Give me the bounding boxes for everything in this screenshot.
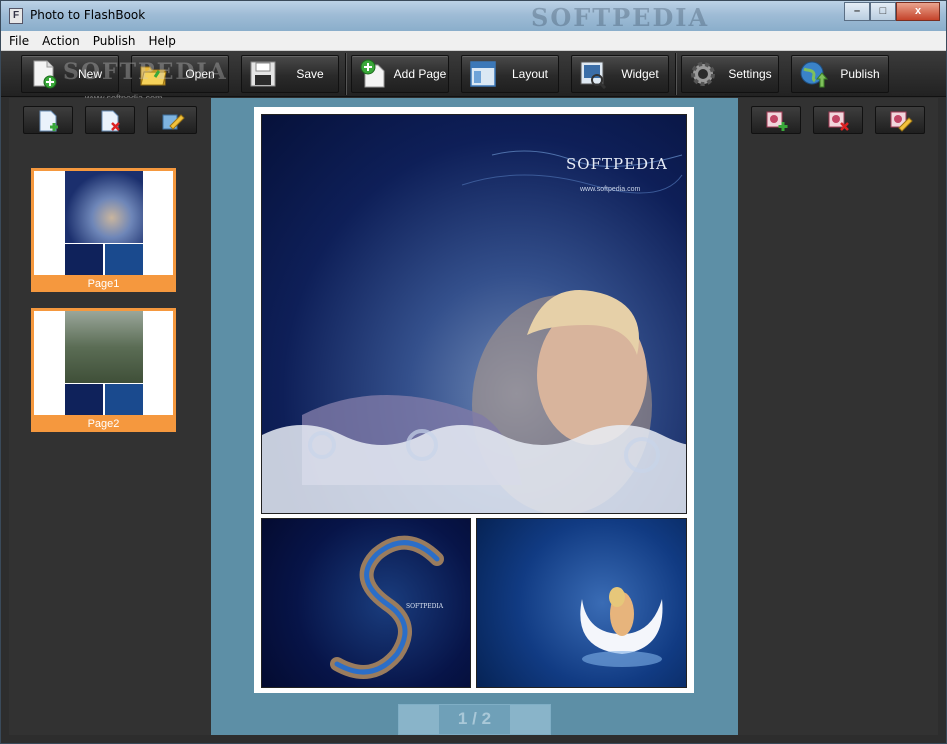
window-title: Photo to FlashBook [30,8,146,22]
save-button[interactable]: Save [241,55,339,93]
page-thumbnail-1[interactable]: Page1 [31,168,176,292]
settings-label: Settings [728,67,772,81]
page-edit-icon [162,114,185,130]
title-bar[interactable]: SOFTPEDIA F Photo to FlashBook – □ x [1,1,946,32]
next-page-button[interactable] [510,705,550,734]
new-document-icon [33,60,57,89]
page-remove-icon [101,110,120,132]
title-watermark: SOFTPEDIA [531,3,710,32]
widget-label: Widget [621,67,659,81]
close-button[interactable]: x [896,2,940,21]
add-page-button[interactable]: Add Page [351,55,449,93]
globe-upload-icon [800,61,828,88]
add-page-small-button[interactable] [23,106,73,134]
current-page: 1 [457,709,468,728]
app-window: SOFTPEDIA F Photo to FlashBook – □ x Fil… [0,0,947,744]
photo-add-icon [766,111,788,131]
pages-panel: Page1 Page2 [9,98,211,735]
main-photo-slot[interactable]: SOFTPEDIA www.softpedia.com [261,114,687,514]
page-navigator: 1 / 2 [398,704,551,735]
main-photo-logo: SOFTPEDIA [566,155,668,173]
page-separator: / [472,709,477,728]
photo-remove-icon [828,111,849,131]
page-add-icon [39,110,58,132]
add-page-label: Add Page [393,67,447,81]
main-photo-url: www.softpedia.com [580,186,641,193]
page-indicator: 1 / 2 [439,709,510,729]
prev-page-button[interactable] [399,705,439,734]
thumb-forest-photo [65,311,143,383]
thumbnail-label: Page2 [87,418,120,430]
softpedia-watermark: SOFTPEDIA [63,59,228,85]
menu-help[interactable]: Help [148,34,175,48]
menu-file[interactable]: File [9,34,29,48]
layout-icon [470,61,496,87]
add-page-icon [360,59,385,88]
gear-icon [691,62,715,86]
publish-button[interactable]: Publish [791,55,889,93]
photos-panel [738,98,938,735]
widget-icon [580,61,607,89]
maximize-button[interactable]: □ [870,2,896,21]
menu-bar: File Action Publish Help [1,31,946,51]
settings-button[interactable]: Settings [681,55,779,93]
add-photo-button[interactable] [751,106,801,134]
photo-slot-left[interactable]: SOFTPEDIA [261,518,471,688]
menu-publish[interactable]: Publish [93,34,136,48]
save-label: Save [296,67,324,81]
page-preview-area: SOFTPEDIA www.softpedia.com SOFTPEDIA 1 … [211,98,738,735]
edit-photo-button[interactable] [875,106,925,134]
toolbar-separator [345,53,347,95]
edit-page-button[interactable] [147,106,197,134]
layout-label: Layout [511,67,549,81]
photo-a-logo: SOFTPEDIA [406,603,444,610]
photo-edit-icon [890,111,913,132]
remove-page-button[interactable] [85,106,135,134]
thumbnail-label: Page1 [87,278,120,290]
main-photo-art [262,150,686,513]
remove-photo-button[interactable] [813,106,863,134]
thumb-main-photo [65,171,143,243]
page-canvas[interactable]: SOFTPEDIA www.softpedia.com SOFTPEDIA [254,107,694,693]
toolbar-separator [675,53,677,95]
publish-label: Publish [840,67,880,81]
save-disk-icon [250,61,276,87]
moon-photo-art [580,587,663,667]
layout-button[interactable]: Layout [461,55,559,93]
widget-button[interactable]: Widget [571,55,669,93]
photo-slot-right[interactable] [476,518,687,688]
total-pages: 2 [481,709,492,728]
minimize-button[interactable]: – [844,2,870,21]
menu-action[interactable]: Action [42,34,80,48]
page-thumbnail-2[interactable]: Page2 [31,308,176,432]
app-icon: F [9,8,23,24]
